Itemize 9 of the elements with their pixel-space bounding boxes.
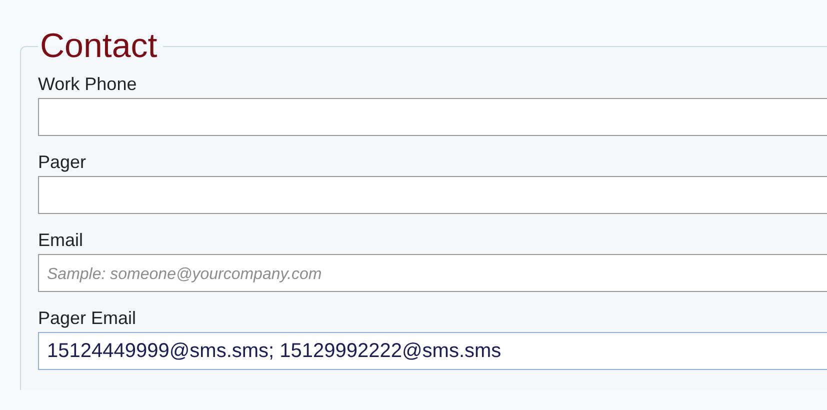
text-field[interactable] — [38, 176, 827, 214]
text-field[interactable]: 15124449999@sms.sms; 15129992222@sms.sms — [38, 332, 827, 370]
text-field[interactable] — [38, 98, 827, 136]
email-field[interactable]: Sample: someone@yourcompany.com — [38, 254, 827, 292]
field-label: Pager Email — [38, 307, 138, 330]
field-label: Email — [38, 229, 84, 252]
section-title: Contact — [39, 26, 158, 66]
field-label: Pager — [38, 151, 88, 174]
field-label: Work Phone — [38, 73, 138, 96]
